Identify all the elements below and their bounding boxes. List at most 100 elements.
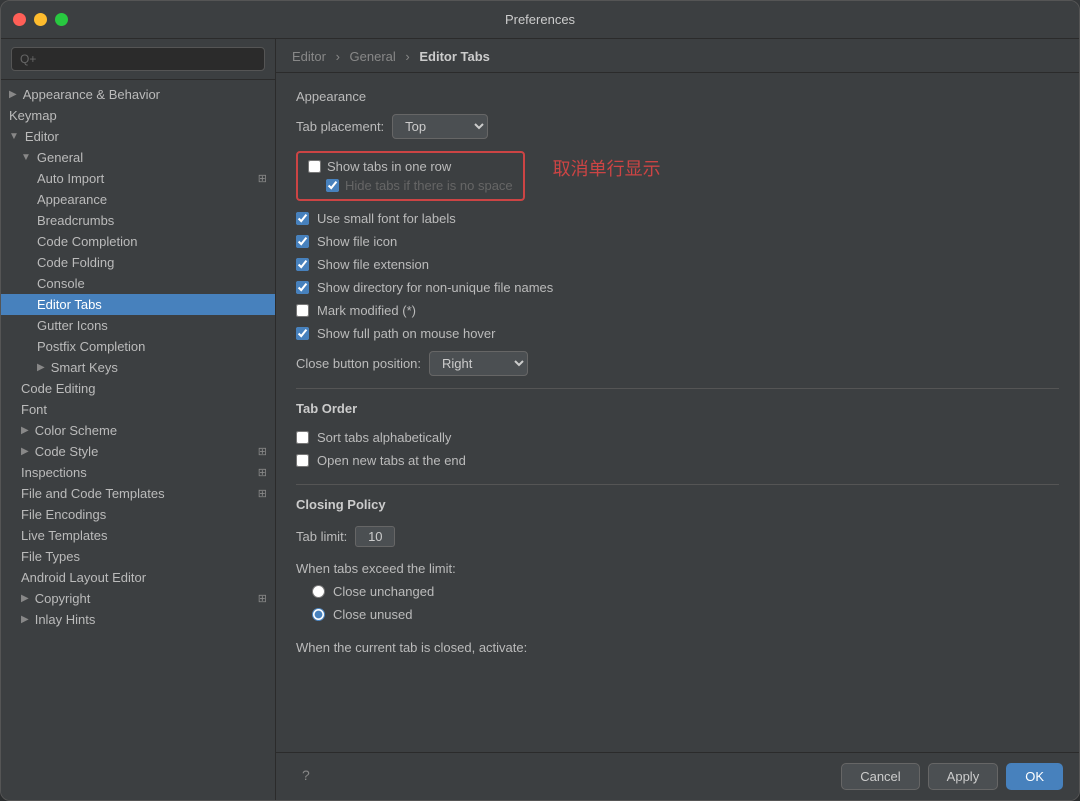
when-exceed-row: When tabs exceed the limit:: [296, 557, 1059, 580]
close-button-position-row: Close button position: Right Left Inacti…: [296, 351, 1059, 376]
sidebar-item-inlay-hints[interactable]: ▶ Inlay Hints: [1, 609, 275, 630]
show-file-extension-label: Show file extension: [317, 257, 429, 272]
sidebar-item-postfix-completion[interactable]: Postfix Completion: [1, 336, 275, 357]
right-panel: Editor › General › Editor Tabs Appearanc…: [276, 39, 1079, 800]
sidebar-item-label: Copyright: [35, 591, 91, 606]
sidebar-item-code-editing[interactable]: Code Editing: [1, 378, 275, 399]
sidebar-item-file-code-templates[interactable]: File and Code Templates ⊞: [1, 483, 275, 504]
ok-button[interactable]: OK: [1006, 763, 1063, 790]
sort-tabs-checkbox[interactable]: [296, 431, 309, 444]
mark-modified-checkbox[interactable]: [296, 304, 309, 317]
sidebar-item-file-types[interactable]: File Types: [1, 546, 275, 567]
sidebar-item-label: Inlay Hints: [35, 612, 96, 627]
show-file-extension-checkbox[interactable]: [296, 258, 309, 271]
window-controls: [13, 13, 68, 26]
apply-button[interactable]: Apply: [928, 763, 999, 790]
sidebar-item-inspections[interactable]: Inspections ⊞: [1, 462, 275, 483]
cancel-button[interactable]: Cancel: [841, 763, 919, 790]
sidebar-item-label: Color Scheme: [35, 423, 117, 438]
sidebar-item-keymap[interactable]: Keymap: [1, 105, 275, 126]
sidebar-item-label: Live Templates: [21, 528, 107, 543]
sidebar-item-file-encodings[interactable]: File Encodings: [1, 504, 275, 525]
show-full-path-checkbox[interactable]: [296, 327, 309, 340]
sidebar-item-auto-import[interactable]: Auto Import ⊞: [1, 168, 275, 189]
sidebar-item-breadcrumbs[interactable]: Breadcrumbs: [1, 210, 275, 231]
show-file-icon-checkbox[interactable]: [296, 235, 309, 248]
chevron-right-icon: ▶: [21, 425, 29, 436]
preferences-window: Preferences ▶ Appearance & Behavior Keym…: [0, 0, 1080, 801]
close-button-position-select[interactable]: Right Left Inactive: [429, 351, 528, 376]
hide-tabs-label: Hide tabs if there is no space: [345, 178, 513, 193]
sidebar-item-label: Inspections: [21, 465, 87, 480]
show-directory-checkbox[interactable]: [296, 281, 309, 294]
tab-limit-row: Tab limit:: [296, 522, 1059, 551]
use-small-font-checkbox[interactable]: [296, 212, 309, 225]
minimize-button[interactable]: [34, 13, 47, 26]
sidebar-item-editor-tabs[interactable]: Editor Tabs: [1, 294, 275, 315]
sidebar-item-color-scheme[interactable]: ▶ Color Scheme: [1, 420, 275, 441]
maximize-button[interactable]: [55, 13, 68, 26]
sidebar-item-font[interactable]: Font: [1, 399, 275, 420]
sidebar-item-label: Code Editing: [21, 381, 95, 396]
show-tabs-one-row-label: Show tabs in one row: [327, 159, 451, 174]
tab-placement-label: Tab placement:: [296, 119, 384, 134]
close-unchanged-radio[interactable]: [312, 585, 325, 598]
copy-icon: ⊞: [258, 172, 267, 185]
sidebar-item-appearance[interactable]: Appearance: [1, 189, 275, 210]
mark-modified-row: Mark modified (*): [296, 299, 1059, 322]
close-button[interactable]: [13, 13, 26, 26]
chevron-right-icon: ▶: [21, 614, 29, 625]
sidebar-item-live-templates[interactable]: Live Templates: [1, 525, 275, 546]
sidebar: ▶ Appearance & Behavior Keymap ▼ Editor …: [1, 39, 276, 800]
open-new-tabs-checkbox[interactable]: [296, 454, 309, 467]
close-unchanged-row: Close unchanged: [296, 580, 1059, 603]
sidebar-item-gutter-icons[interactable]: Gutter Icons: [1, 315, 275, 336]
sidebar-item-label: Code Completion: [37, 234, 137, 249]
sidebar-item-code-completion[interactable]: Code Completion: [1, 231, 275, 252]
main-content: ▶ Appearance & Behavior Keymap ▼ Editor …: [1, 39, 1079, 800]
search-box: [1, 39, 275, 80]
close-unused-radio[interactable]: [312, 608, 325, 621]
sidebar-item-label: Editor: [25, 129, 59, 144]
copy-icon: ⊞: [258, 592, 267, 605]
sidebar-item-smart-keys[interactable]: ▶ Smart Keys: [1, 357, 275, 378]
hide-tabs-row: Hide tabs if there is no space: [308, 178, 513, 193]
sort-tabs-row: Sort tabs alphabetically: [296, 426, 1059, 449]
sidebar-item-label: File Encodings: [21, 507, 106, 522]
breadcrumb-sep2: ›: [405, 49, 413, 64]
breadcrumb: Editor › General › Editor Tabs: [276, 39, 1079, 73]
show-file-extension-row: Show file extension: [296, 253, 1059, 276]
sidebar-item-label: Code Folding: [37, 255, 114, 270]
sidebar-item-console[interactable]: Console: [1, 273, 275, 294]
show-directory-label: Show directory for non-unique file names: [317, 280, 553, 295]
when-exceed-label: When tabs exceed the limit:: [296, 561, 456, 576]
sidebar-item-label: Keymap: [9, 108, 57, 123]
sidebar-item-code-style[interactable]: ▶ Code Style ⊞: [1, 441, 275, 462]
close-unused-label: Close unused: [333, 607, 413, 622]
hide-tabs-checkbox[interactable]: [326, 179, 339, 192]
chevron-right-icon: ▶: [9, 89, 17, 100]
tab-limit-input[interactable]: [355, 526, 395, 547]
show-directory-row: Show directory for non-unique file names: [296, 276, 1059, 299]
appearance-section-title: Appearance: [296, 89, 1059, 104]
help-button[interactable]: ?: [292, 763, 320, 790]
sidebar-item-copyright[interactable]: ▶ Copyright ⊞: [1, 588, 275, 609]
annotation-text: 取消单行显示: [553, 155, 661, 181]
copy-icon: ⊞: [258, 445, 267, 458]
sidebar-item-editor[interactable]: ▼ Editor: [1, 126, 275, 147]
search-input[interactable]: [11, 47, 265, 71]
sidebar-item-label: Appearance & Behavior: [23, 87, 160, 102]
use-small-font-row: Use small font for labels: [296, 207, 1059, 230]
tab-placement-select[interactable]: Top Bottom Left Right None: [392, 114, 488, 139]
show-tabs-one-row-checkbox[interactable]: [308, 160, 321, 173]
sidebar-item-general[interactable]: ▼ General: [1, 147, 275, 168]
sidebar-item-android-layout-editor[interactable]: Android Layout Editor: [1, 567, 275, 588]
breadcrumb-editor: Editor: [292, 49, 326, 64]
annotation-row: Show tabs in one row Hide tabs if there …: [296, 149, 1059, 207]
sidebar-item-appearance-behavior[interactable]: ▶ Appearance & Behavior: [1, 84, 275, 105]
close-unused-row: Close unused: [296, 603, 1059, 626]
sidebar-item-code-folding[interactable]: Code Folding: [1, 252, 275, 273]
titlebar: Preferences: [1, 1, 1079, 39]
sidebar-item-label: Breadcrumbs: [37, 213, 114, 228]
show-full-path-label: Show full path on mouse hover: [317, 326, 496, 341]
